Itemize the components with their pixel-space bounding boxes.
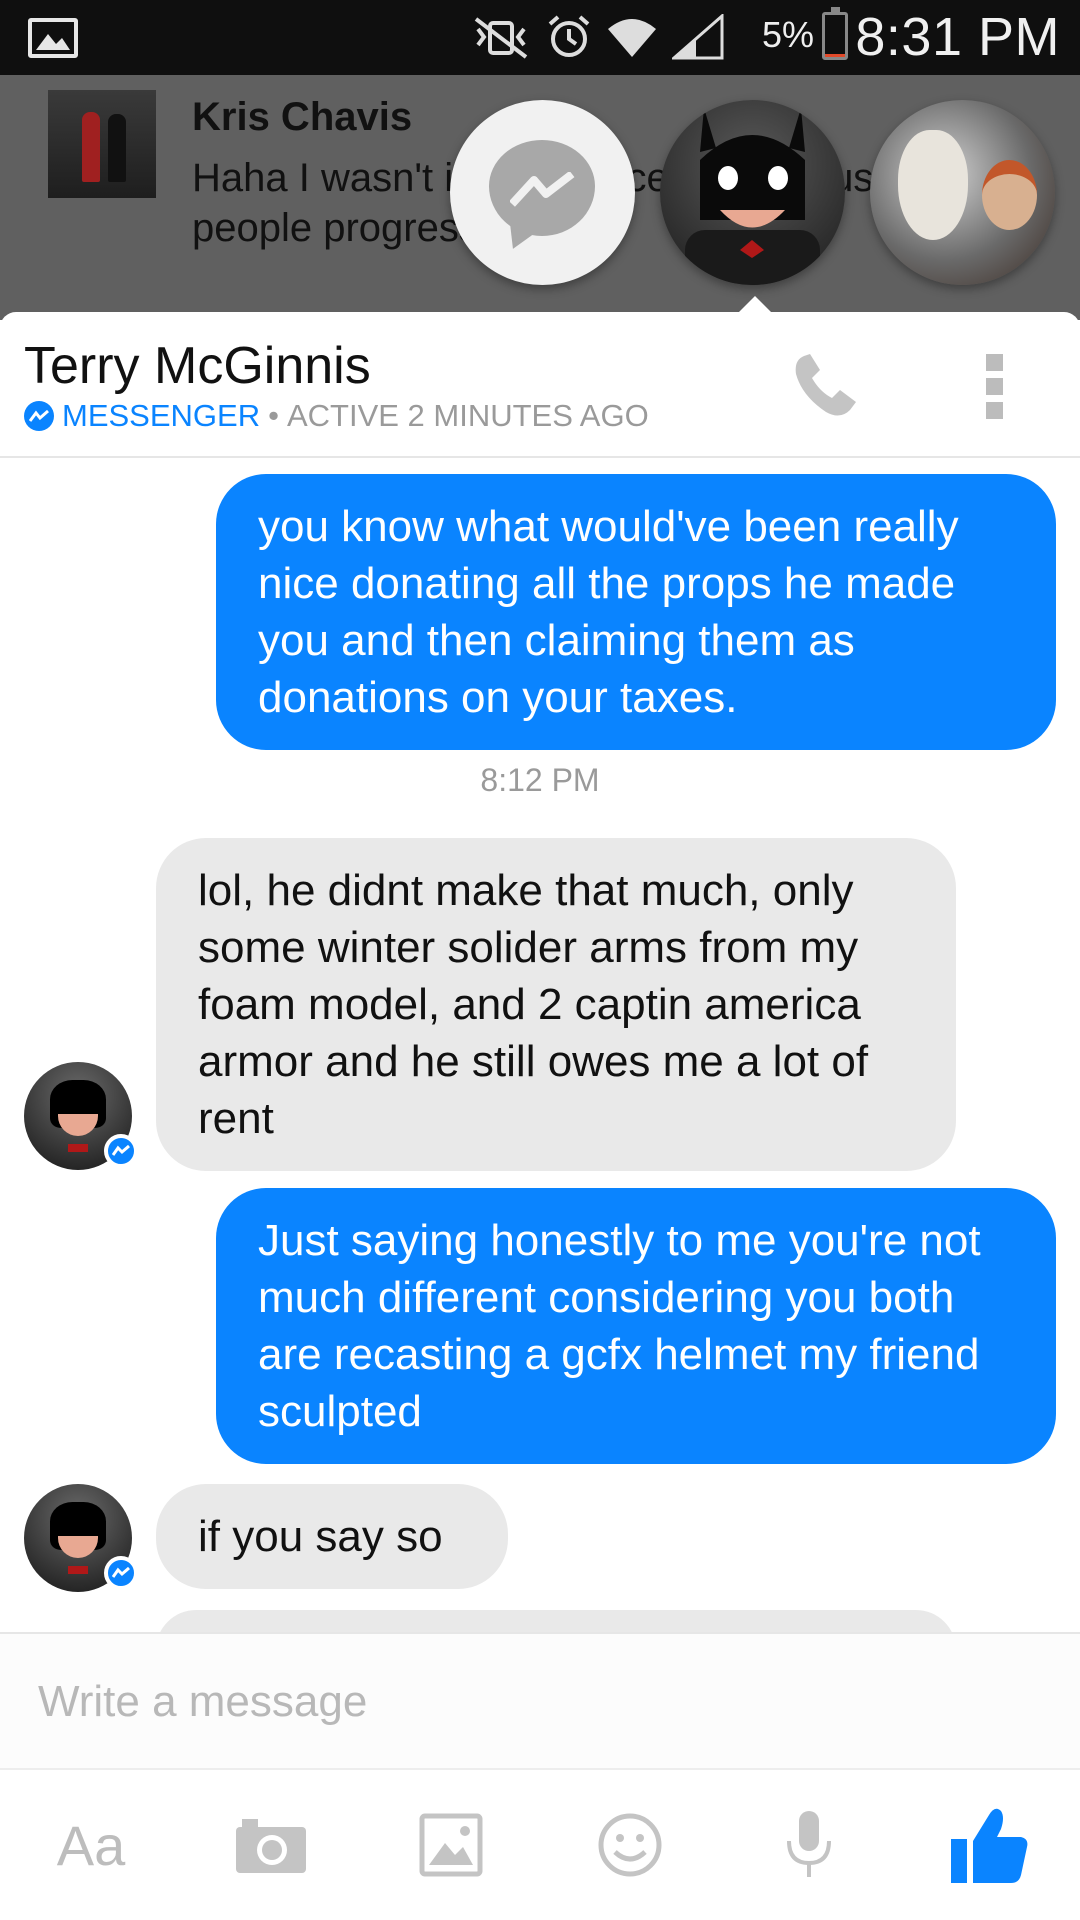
wifi-icon <box>608 19 656 57</box>
outgoing-message[interactable]: you know what would've been really nice … <box>216 474 1056 750</box>
incoming-message[interactable]: lol, he didnt make that much, only some … <box>156 838 956 1171</box>
conversation-header: Terry McGinnis MESSENGER • ACTIVE 2 MINU… <box>0 312 1080 458</box>
more-options-button[interactable] <box>982 354 1006 420</box>
contact-status: MESSENGER • ACTIVE 2 MINUTES AGO <box>24 398 649 434</box>
status-icons <box>470 12 724 62</box>
camera-icon <box>236 1819 306 1873</box>
message-composer[interactable] <box>0 1632 1080 1768</box>
mute-vibrate-icon <box>474 17 528 59</box>
gallery-button[interactable] <box>406 1800 496 1890</box>
notification-sender: Kris Chavis <box>192 95 413 139</box>
app-label: MESSENGER <box>62 398 261 433</box>
contact-name: Terry McGinnis <box>24 337 371 395</box>
phone-icon <box>795 354 856 416</box>
gallery-notification-icon <box>28 18 78 58</box>
contact-avatar[interactable] <box>24 1062 138 1170</box>
call-button[interactable] <box>790 350 860 420</box>
image-icon <box>419 1813 483 1877</box>
message-list[interactable]: you know what would've been really nice … <box>0 458 1080 1632</box>
signal-icon <box>672 14 724 60</box>
clock: 8:31 PM <box>855 7 1060 67</box>
battery-icon <box>822 7 848 60</box>
smiley-icon <box>598 1813 662 1877</box>
conversation-panel: Terry McGinnis MESSENGER • ACTIVE 2 MINU… <box>0 312 1080 1920</box>
notification-photo <box>48 90 156 198</box>
alarm-icon <box>548 15 590 57</box>
text-format-button[interactable]: Aa <box>46 1800 136 1890</box>
emoji-button[interactable] <box>585 1800 675 1890</box>
thumbs-up-icon <box>951 1808 1028 1883</box>
chat-head-terry[interactable] <box>660 100 845 285</box>
composer-toolbar: Aa <box>0 1768 1080 1920</box>
microphone-icon <box>787 1811 831 1877</box>
message-input[interactable] <box>36 1664 1036 1740</box>
incoming-message[interactable]: if you say so <box>156 1484 508 1589</box>
messenger-badge-icon <box>104 1556 138 1590</box>
avatar-image <box>685 108 820 285</box>
messenger-chat-head[interactable] <box>450 100 635 285</box>
messenger-badge-icon <box>24 401 54 431</box>
like-button[interactable] <box>944 1800 1034 1890</box>
activity-status: ACTIVE 2 MINUTES AGO <box>286 398 649 433</box>
messenger-badge-icon <box>104 1134 138 1168</box>
battery-percent: 5% <box>762 14 815 55</box>
avatar-image <box>898 130 968 240</box>
message-timestamp: 8:12 PM <box>480 762 600 798</box>
chat-head-other[interactable] <box>870 100 1055 285</box>
separator: • <box>268 398 279 433</box>
voice-button[interactable] <box>764 1800 854 1890</box>
camera-button[interactable] <box>226 1800 316 1890</box>
contact-avatar[interactable] <box>24 1484 138 1592</box>
outgoing-message[interactable]: Just saying honestly to me you're not mu… <box>216 1188 1056 1464</box>
status-bar: 5% 8:31 PM <box>0 0 1080 75</box>
incoming-message-partial[interactable] <box>156 1610 956 1632</box>
